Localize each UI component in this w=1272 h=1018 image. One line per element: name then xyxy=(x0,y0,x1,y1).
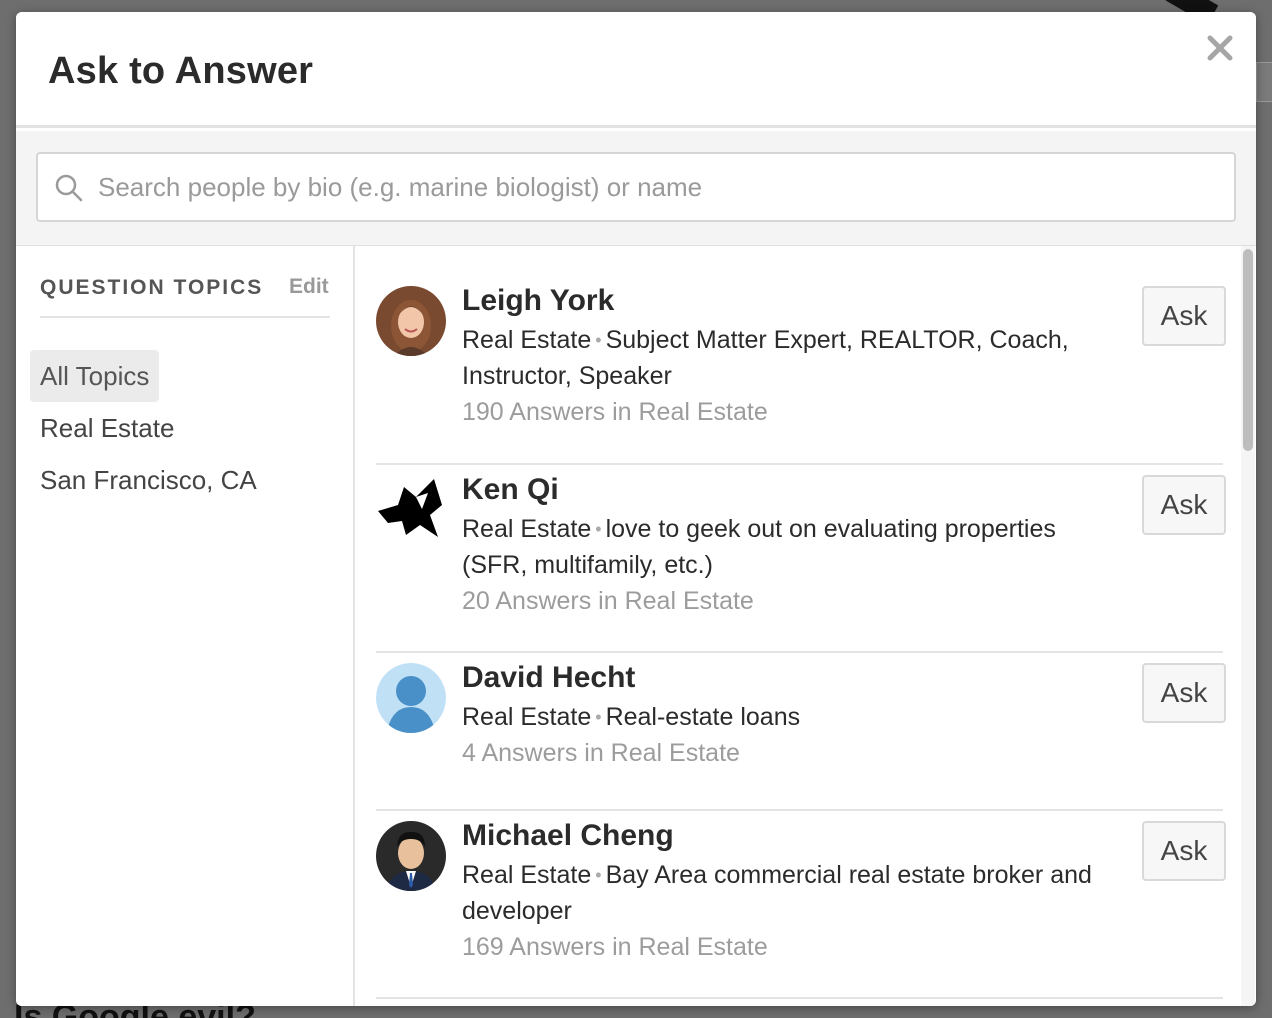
scrollbar[interactable] xyxy=(1241,246,1255,1006)
default-user-avatar xyxy=(376,663,446,733)
avatar[interactable] xyxy=(376,821,446,891)
person-topic: Real Estate xyxy=(462,703,592,731)
person-name[interactable]: Ken Qi xyxy=(462,473,559,507)
person-bio: Real Estate • Subject Matter Expert, REALT… xyxy=(462,322,1112,394)
separator-dot: • xyxy=(595,707,602,727)
search-bar xyxy=(16,131,1256,246)
person-topic: Real Estate xyxy=(462,861,592,889)
ask-button[interactable]: Ask xyxy=(1142,475,1226,535)
topic-real-estate[interactable]: Real Estate xyxy=(30,402,184,454)
bird-logo-avatar xyxy=(376,475,446,545)
topics-heading: QUESTION TOPICS xyxy=(40,276,264,299)
avatar[interactable] xyxy=(376,286,446,356)
list-item: Michael Cheng Real Estate • Bay Area comme… xyxy=(376,819,1226,999)
list-item: Leigh York Real Estate • Subject Matter Ex… xyxy=(376,284,1226,465)
separator-dot: • xyxy=(595,330,602,350)
scrollbar-thumb[interactable] xyxy=(1243,249,1253,451)
edit-topics-link[interactable]: Edit xyxy=(289,275,329,299)
list-item: Ken Qi Real Estate • love to geek out on e… xyxy=(376,473,1226,653)
person-stats[interactable]: 20 Answers in Real Estate xyxy=(462,587,754,616)
ask-button[interactable]: Ask xyxy=(1142,663,1226,723)
topic-san-francisco[interactable]: San Francisco, CA xyxy=(30,454,267,506)
woman-photo-avatar xyxy=(376,286,446,356)
man-photo-avatar xyxy=(376,821,446,891)
topics-sidebar: QUESTION TOPICS Edit All Topics Real Est… xyxy=(16,246,355,1006)
person-bio: Real Estate • love to geek out on evaluati… xyxy=(462,511,1112,583)
person-bio: Real Estate • Real-estate loans xyxy=(462,699,1112,735)
person-topic: Real Estate xyxy=(462,326,592,354)
ask-button[interactable]: Ask xyxy=(1142,286,1226,346)
person-name[interactable]: Leigh York xyxy=(462,284,614,318)
ask-to-answer-dialog: Ask to Answer QUESTION TOPICS Edit All T… xyxy=(16,12,1256,1006)
person-stats[interactable]: 4 Answers in Real Estate xyxy=(462,739,740,768)
avatar[interactable] xyxy=(376,663,446,733)
person-credential: Real-estate loans xyxy=(605,703,801,731)
close-button[interactable] xyxy=(1202,30,1238,66)
dialog-title: Ask to Answer xyxy=(48,50,314,92)
person-topic: Real Estate xyxy=(462,515,592,543)
search-input[interactable] xyxy=(98,162,1218,212)
background-fragment xyxy=(1256,62,1272,102)
person-stats[interactable]: 169 Answers in Real Estate xyxy=(462,933,768,962)
separator-dot: • xyxy=(595,519,602,539)
person-name[interactable]: David Hecht xyxy=(462,661,635,695)
person-name[interactable]: Michael Cheng xyxy=(462,819,674,853)
topic-all-topics[interactable]: All Topics xyxy=(30,350,160,402)
avatar[interactable] xyxy=(376,475,446,545)
list-item: David Hecht Real Estate • Real-estate loan… xyxy=(376,661,1226,811)
search-field xyxy=(36,152,1236,222)
people-list: Leigh York Real Estate • Subject Matter Ex… xyxy=(357,246,1256,1006)
close-icon xyxy=(1207,35,1233,61)
divider xyxy=(40,316,330,318)
person-stats[interactable]: 190 Answers in Real Estate xyxy=(462,398,768,427)
separator-dot: • xyxy=(595,865,602,885)
search-icon xyxy=(55,174,83,202)
ask-button[interactable]: Ask xyxy=(1142,821,1226,881)
person-bio: Real Estate • Bay Area commercial real est… xyxy=(462,857,1112,929)
dialog-header: Ask to Answer xyxy=(16,12,1256,128)
